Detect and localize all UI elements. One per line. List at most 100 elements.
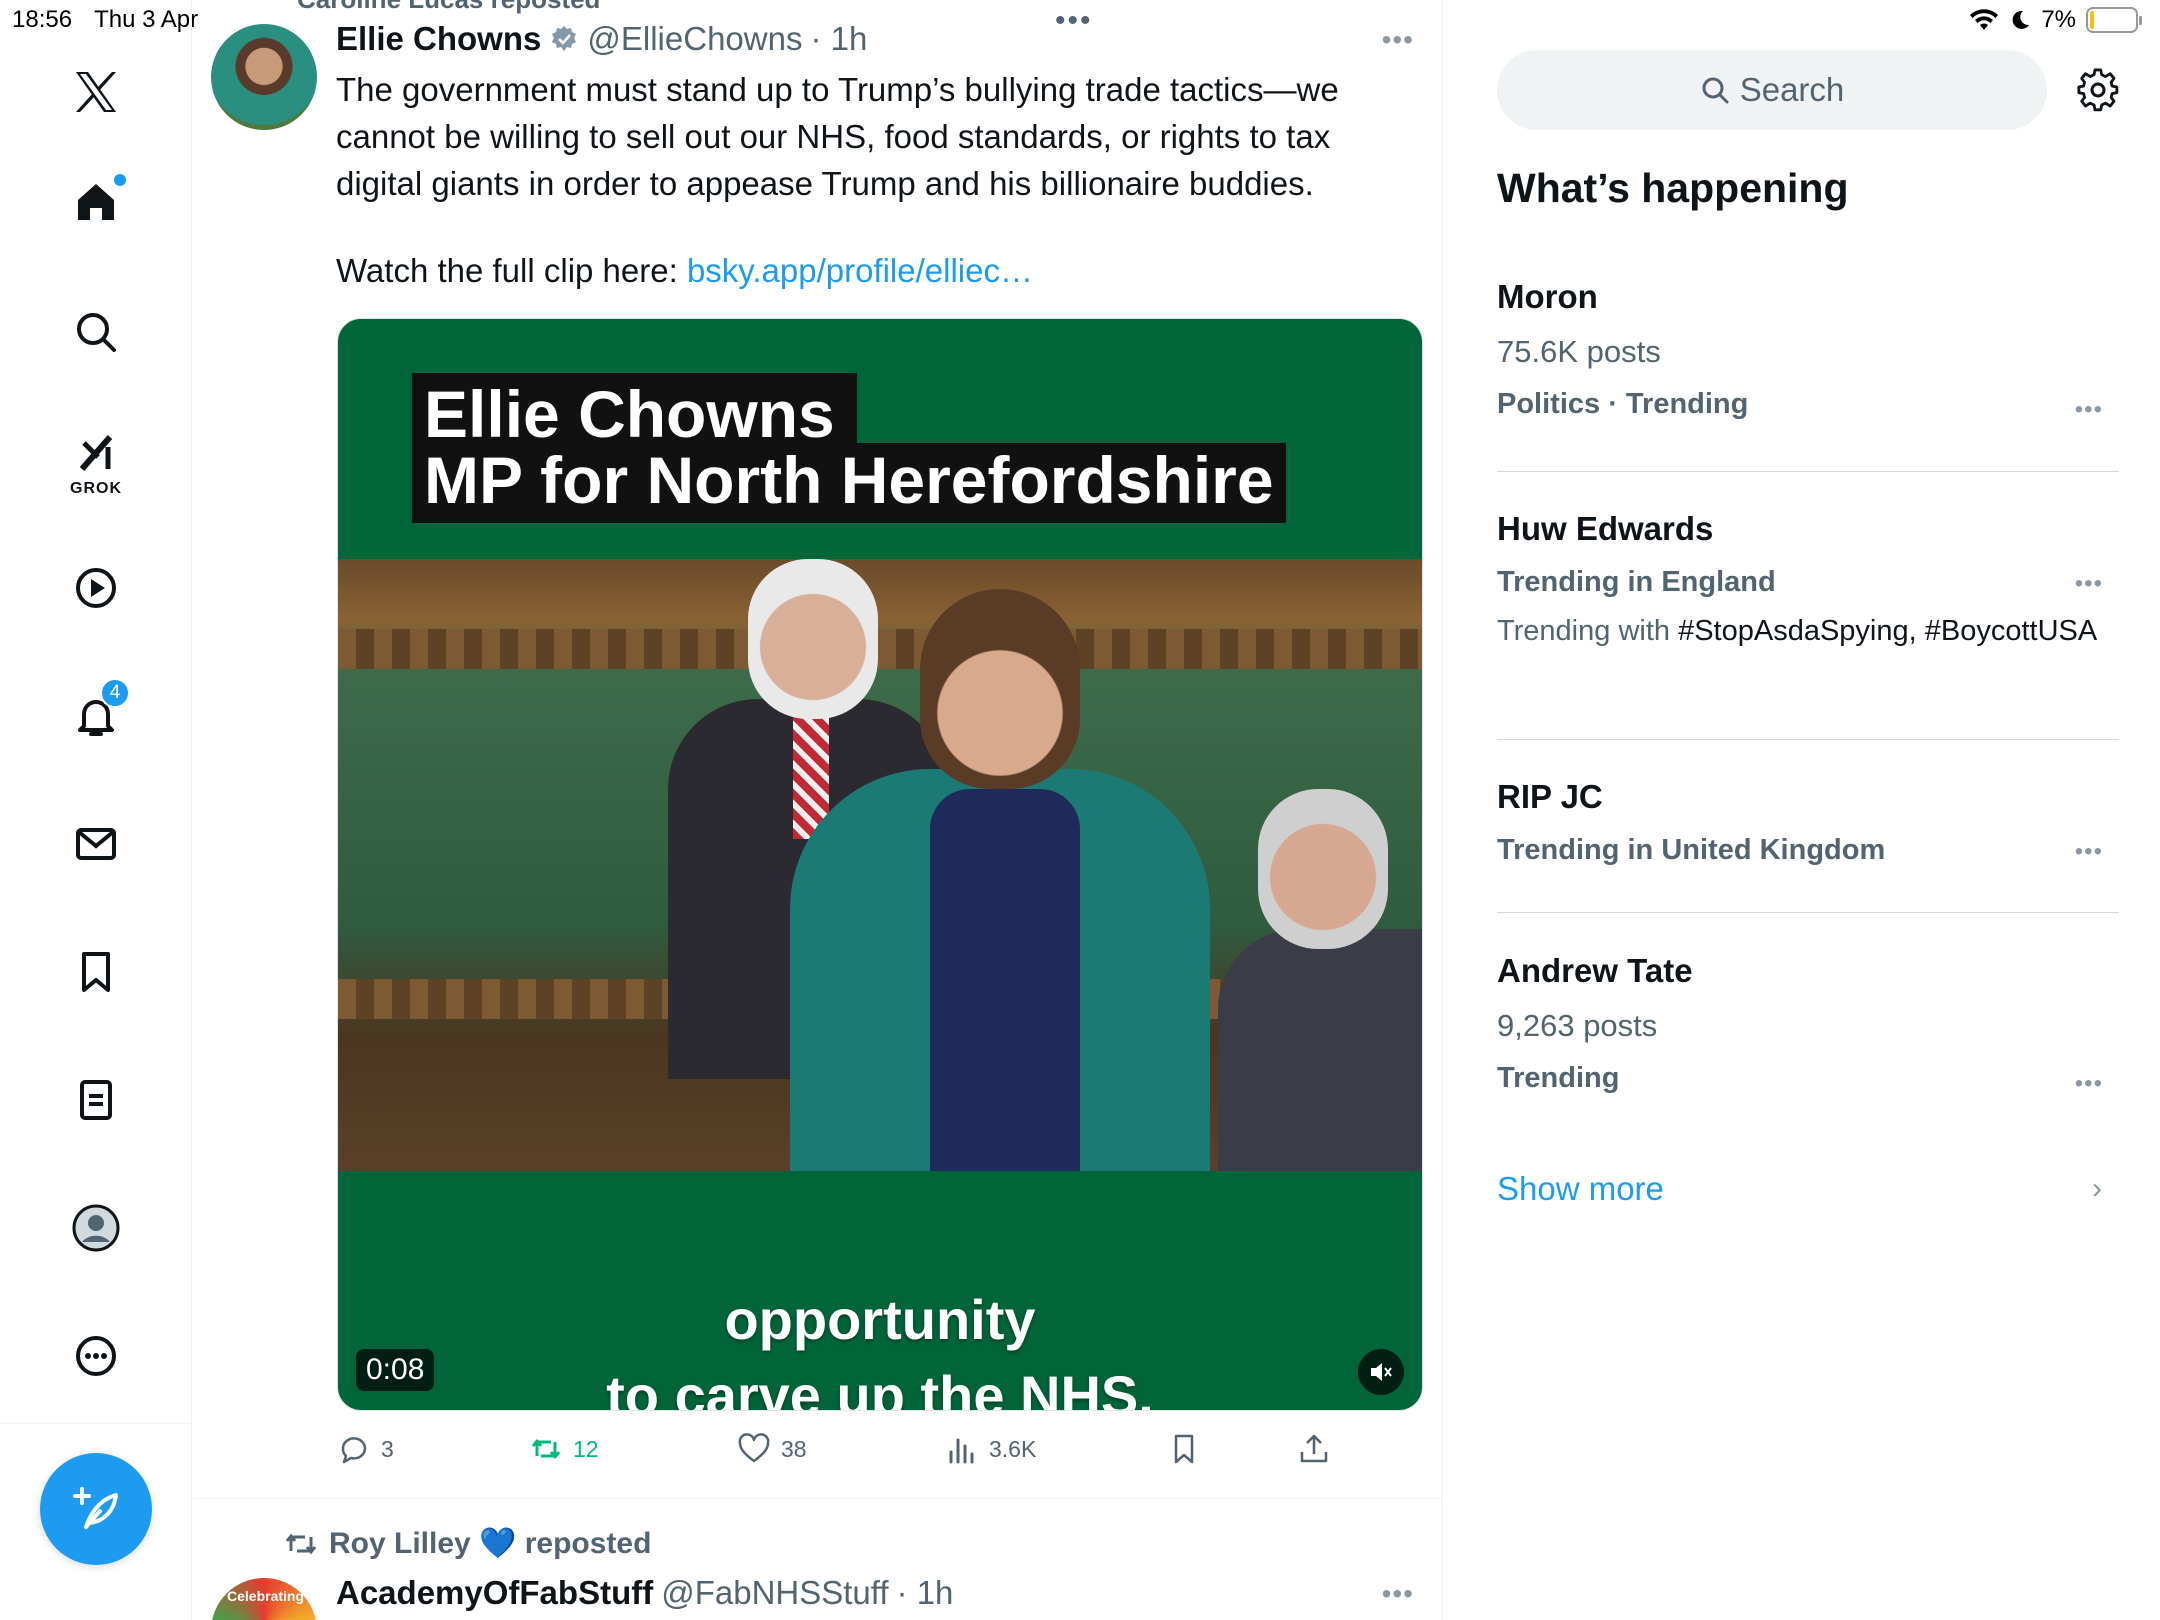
views-button[interactable]: 3.6K (945, 1432, 1036, 1466)
search-small-icon (1702, 77, 1729, 104)
trend-post-count: 9,263 posts (1497, 1008, 1658, 1043)
tweet2-author-handle[interactable]: @FabNHSStuff (661, 1574, 888, 1612)
avatar2-text: Celebrating (227, 1588, 305, 1604)
reply-icon (341, 1437, 367, 1464)
trend-with-prefix: Trending with (1497, 615, 1679, 647)
trend-with: Trending with #StopAsdaSpying, #BoycottU… (1497, 613, 2119, 649)
trend-divider (1497, 739, 2119, 740)
nav-divider (0, 1423, 192, 1424)
views-chart-icon (949, 1438, 974, 1464)
trend-item[interactable]: Andrew Tate 9,263 posts Trending ••• (1497, 952, 2119, 1098)
share-button[interactable] (1297, 1432, 1331, 1466)
home-icon[interactable] (56, 162, 136, 242)
tweet-link-prefix: Watch the full clip here: (336, 252, 687, 289)
like-button[interactable]: 38 (737, 1432, 807, 1466)
video-person-right (1218, 789, 1422, 1171)
video-person-speaker (790, 589, 1210, 1171)
notifications-badge: 4 (100, 678, 130, 708)
trend-more-icon[interactable]: ••• (2075, 570, 2103, 598)
heart-icon (738, 1433, 770, 1463)
messages-icon[interactable] (56, 804, 136, 884)
trend-category: Trending in England (1497, 566, 1776, 598)
bookmarks-icon[interactable] (56, 932, 136, 1012)
video-timestamp: 0:08 (356, 1349, 435, 1391)
trend-category: Politics · Trending (1497, 388, 1749, 420)
video-caption-line1: opportunity (724, 1288, 1036, 1351)
bookmark-button[interactable] (1167, 1432, 1201, 1466)
chevron-right-icon[interactable]: › (2092, 1172, 2102, 1206)
tweet-divider (193, 1498, 1442, 1499)
video-title-role: MP for North Herefordshire (412, 443, 1286, 523)
trend-name: Moron (1497, 278, 1598, 315)
tweet-link-line: Watch the full clip here: bsky.app/profi… (336, 252, 1033, 290)
trend-item[interactable]: RIP JC Trending in United Kingdom ••• (1497, 778, 2119, 867)
trend-name: Huw Edwards (1497, 510, 1714, 547)
trend-name: RIP JC (1497, 778, 1603, 815)
tweet-time[interactable]: · 1h (810, 20, 867, 58)
notifications-bell-icon[interactable]: 4 (56, 676, 136, 756)
repost-header-clipped: Caroline Lucas reposted (297, 0, 600, 15)
trend-more-icon[interactable]: ••• (2075, 838, 2103, 866)
trend-more-icon[interactable]: ••• (2075, 396, 2103, 424)
trend-with-tags[interactable]: #StopAsdaSpying, #BoycottUSA (1678, 615, 2097, 647)
tweet-author-avatar[interactable] (211, 24, 317, 130)
tweet-header: Ellie Chowns @EllieChowns · 1h (336, 20, 867, 58)
settings-gear-icon[interactable] (2076, 68, 2120, 112)
repost-small-icon (285, 1533, 317, 1554)
tweet2-more-icon[interactable]: ••• (1382, 1578, 1414, 1610)
tweet2-author-name[interactable]: AcademyOfFabStuff (336, 1574, 653, 1612)
tweet-text: The government must stand up to Trump’s … (336, 71, 1339, 202)
tweet-video[interactable]: Ellie Chowns MP for North Herefordshire … (337, 318, 1423, 1411)
bookmark-icon (1174, 1434, 1194, 1464)
trend-divider (1497, 471, 2119, 472)
tweet-more-icon[interactable]: ••• (1382, 24, 1414, 56)
feather-plus-icon (73, 1487, 118, 1529)
tweet2-author-avatar[interactable]: Celebrating (211, 1578, 317, 1620)
tweet-author-name[interactable]: Ellie Chowns (336, 20, 541, 58)
repost-count: 12 (573, 1435, 599, 1462)
left-nav: GROK 4 (0, 0, 192, 1620)
video-title-name: Ellie Chowns (412, 373, 857, 451)
tweet-link[interactable]: bsky.app/profile/elliec… (687, 252, 1033, 289)
lists-icon[interactable] (56, 1060, 136, 1140)
reposted-by[interactable]: Roy Lilley 💙 reposted (329, 1526, 651, 1561)
search-input[interactable]: Search (1497, 50, 2047, 130)
grok-label: GROK (70, 480, 122, 497)
grok-icon[interactable]: GROK (56, 420, 136, 504)
verified-badge-icon (552, 26, 577, 51)
tweet2-time[interactable]: · 1h (897, 1574, 954, 1612)
share-icon (1300, 1434, 1328, 1463)
right-sidebar: Search What’s happening Moron 75.6K post… (1444, 0, 2160, 1620)
video-icon[interactable] (56, 548, 136, 628)
tweet-more-clipped-icon[interactable]: ••• (1055, 4, 1093, 38)
search-icon[interactable] (56, 292, 136, 372)
more-icon[interactable] (56, 1316, 136, 1396)
mute-icon[interactable] (1358, 1349, 1404, 1395)
trend-post-count: 75.6K posts (1497, 334, 1661, 369)
repost-header: Roy Lilley 💙 reposted (283, 1526, 651, 1561)
home-new-dot (114, 174, 126, 186)
video-caption-line2: to carve up the NHS. (606, 1364, 1154, 1411)
tweet-author-handle[interactable]: @EllieChowns (587, 20, 802, 58)
repost-button[interactable]: 12 (529, 1432, 599, 1466)
trend-category: Trending in United Kingdom (1497, 834, 1886, 866)
tweet-actions: 3 12 38 3.6K (337, 1432, 1337, 1472)
tweet2-header: AcademyOfFabStuff @FabNHSStuff · 1h (336, 1574, 953, 1612)
trend-category: Trending (1497, 1062, 1620, 1094)
views-count: 3.6K (989, 1435, 1037, 1462)
reply-count: 3 (381, 1435, 394, 1462)
trend-item[interactable]: Moron 75.6K posts Politics · Trending ••… (1497, 278, 2119, 424)
reply-button[interactable]: 3 (337, 1432, 394, 1466)
trend-more-icon[interactable]: ••• (2075, 1070, 2103, 1098)
trend-divider (1497, 912, 2119, 913)
repost-icon (531, 1439, 561, 1459)
x-logo-icon[interactable] (56, 52, 136, 132)
search-placeholder: Search (1739, 71, 1845, 108)
profile-icon[interactable] (56, 1188, 136, 1268)
trend-item[interactable]: Huw Edwards Trending in England Trending… (1497, 510, 2119, 649)
like-count: 38 (781, 1435, 807, 1462)
trend-name: Andrew Tate (1497, 952, 1693, 989)
compose-post-button[interactable] (40, 1453, 152, 1565)
trends-title: What’s happening (1497, 165, 1849, 211)
show-more-link[interactable]: Show more (1497, 1170, 1664, 1208)
